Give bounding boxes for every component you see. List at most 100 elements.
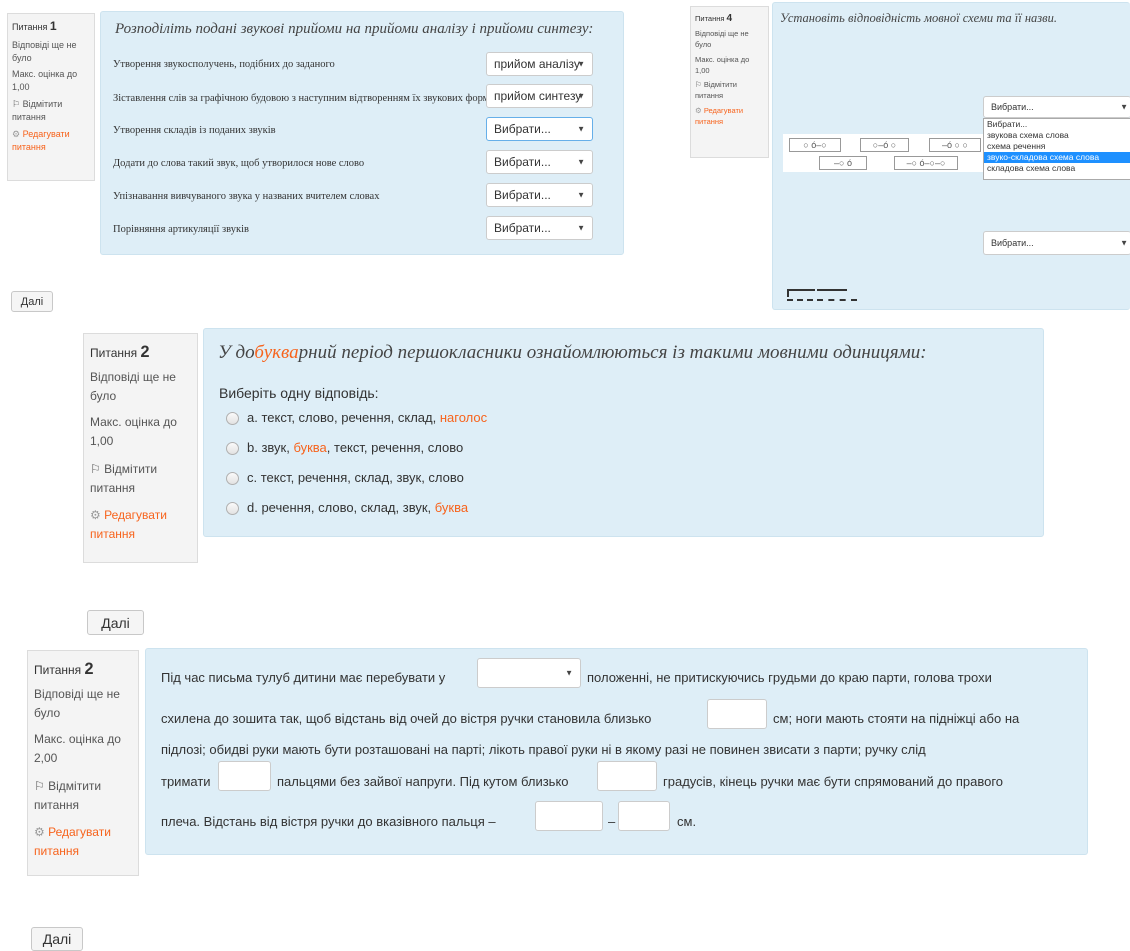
q2b-flag-link[interactable]: ⚐ Відмітити питання: [34, 777, 132, 815]
q4-number: Питання 4: [695, 13, 733, 24]
q1-max-grade: Макс. оцінка до 1,00: [12, 68, 78, 92]
q2b-next-button[interactable]: Далі: [31, 927, 83, 951]
q2b-input-fingers[interactable]: [218, 761, 271, 791]
scheme-box: –○ ó–○–○: [894, 156, 958, 170]
gear-icon: ⚙: [34, 825, 45, 840]
q2a-number: Питання 2: [90, 343, 150, 361]
q2b-select[interactable]: ▼: [477, 658, 581, 688]
q4-info-panel: Питання 4 Відповіді ще не було Макс. оці…: [690, 6, 769, 158]
q2b-content: Під час письма тулуб дитини має перебува…: [145, 648, 1088, 855]
q2a-instruction: Виберіть одну відповідь:: [219, 385, 379, 401]
q1-select[interactable]: прийом аналізу ▼: [486, 52, 593, 76]
q1-row-text: Порівняння артикуляції звуків: [113, 224, 249, 235]
scheme-box: –○ ó: [819, 156, 867, 170]
q1-number: Питання 1: [12, 19, 57, 33]
q2b-input-distance[interactable]: [707, 699, 767, 729]
q2a-prompt: У добукварний період першокласники ознай…: [218, 342, 927, 363]
gear-icon: ⚙: [695, 105, 702, 115]
gear-icon: ⚙: [12, 128, 21, 139]
q1-select[interactable]: Вибрати... ▼: [486, 150, 593, 174]
radio-button[interactable]: [226, 472, 239, 486]
q1-flag-link[interactable]: ⚐ Відмітити питання: [12, 98, 90, 124]
q2b-text-line: пальцями без зайвої напруги. Під кутом б…: [277, 774, 569, 789]
q4-status: Відповіді ще не було: [695, 29, 749, 50]
scheme-box: ○–ó ○: [860, 138, 909, 152]
flag-icon: ⚐: [12, 98, 21, 109]
q2b-text-line: см; ноги мають стояти на підніжці або на: [773, 711, 1020, 726]
q2b-text-line: тримати: [161, 774, 211, 789]
q2b-number: Питання 2: [34, 660, 94, 678]
q2b-text-line: підлозі; обидві руки мають бути розташов…: [161, 742, 926, 757]
scheme-box: –ó ○ ○: [929, 138, 981, 152]
q1-status: Відповіді ще не було: [12, 39, 77, 63]
q1-prompt: Розподіліть подані звукові прийоми на пр…: [115, 21, 594, 37]
q2b-status: Відповіді ще не було: [34, 686, 120, 721]
chevron-down-icon: ▼: [1120, 102, 1128, 112]
flag-icon: ⚐: [90, 461, 101, 476]
q4-content: Установіть відповідність мовної схеми та…: [772, 2, 1130, 310]
q2a-flag-link[interactable]: ⚐ Відмітити питання: [90, 460, 191, 498]
q2a-max-grade: Макс. оцінка до 1,00: [90, 415, 177, 449]
dropdown-option[interactable]: звукова схема слова: [984, 130, 1130, 141]
radio-button[interactable]: [226, 412, 239, 426]
q4-max-grade: Макс. оцінка до 1,00: [695, 54, 750, 75]
dropdown-option[interactable]: складова схема слова: [984, 163, 1130, 174]
q4-edit-link[interactable]: ⚙ Редагувати питання: [695, 105, 764, 128]
q2a-content: У добукварний період першокласники ознай…: [203, 328, 1044, 537]
q1-content: Розподіліть подані звукові прийоми на пр…: [100, 11, 624, 255]
q2b-input-max[interactable]: [618, 801, 670, 831]
q1-next-button[interactable]: Далі: [11, 291, 53, 312]
q2b-max-grade: Макс. оцінка до 2,00: [34, 732, 121, 766]
q1-edit-link[interactable]: ⚙ Редагувати питання: [12, 128, 90, 154]
q2b-text-line: положенні, не притискуючись грудьми до к…: [587, 670, 992, 685]
chevron-down-icon: ▼: [577, 190, 585, 200]
q2b-text-line: градусів, кінець ручки має бути спрямова…: [663, 774, 1004, 789]
q2b-input-min[interactable]: [535, 801, 603, 831]
q2a-option[interactable]: c. текст, речення, склад, звук, слово: [226, 470, 464, 486]
chevron-down-icon: ▼: [577, 91, 585, 101]
q2a-option[interactable]: d. речення, слово, склад, звук, буква: [226, 500, 468, 516]
q2a-info-panel: Питання 2 Відповіді ще не було Макс. оці…: [83, 333, 198, 563]
q4-select[interactable]: Вибрати... ▼: [983, 231, 1130, 255]
q1-row-text: Утворення звукосполучень, подібних до за…: [113, 59, 335, 70]
q2b-input-angle[interactable]: [597, 761, 657, 791]
chevron-down-icon: ▼: [1120, 238, 1128, 248]
chevron-down-icon: ▼: [577, 157, 585, 167]
q4-select-open[interactable]: Вибрати... ▼: [983, 96, 1130, 118]
dropdown-option[interactable]: схема речення: [984, 141, 1130, 152]
q2a-option[interactable]: a. текст, слово, речення, склад, наголос: [226, 410, 487, 426]
q2b-edit-link[interactable]: ⚙ Редагувати питання: [34, 823, 132, 861]
q1-row-text: Утворення складів із поданих звуків: [113, 125, 276, 136]
q2a-status: Відповіді ще не було: [90, 369, 176, 404]
q4-dropdown-list: Вибрати... звукова схема слова схема реч…: [983, 118, 1130, 180]
q1-row-text: Додати до слова такий звук, щоб утворило…: [113, 158, 365, 169]
q2a-edit-link[interactable]: ⚙ Редагувати питання: [90, 506, 191, 544]
q2b-dash: –: [608, 814, 616, 829]
radio-button[interactable]: [226, 442, 239, 456]
q1-info-panel: Питання 1 Відповіді ще не було Макс. оці…: [7, 13, 95, 181]
dropdown-option[interactable]: Вибрати...: [984, 119, 1130, 130]
chevron-down-icon: ▼: [577, 223, 585, 233]
flag-icon: ⚐: [34, 778, 45, 793]
q1-select[interactable]: Вибрати... ▼: [486, 183, 593, 207]
q2b-text-line: Під час письма тулуб дитини має перебува…: [161, 670, 446, 685]
q4-flag-link[interactable]: ⚐ Відмітити питання: [695, 79, 764, 102]
flag-icon: ⚐: [695, 80, 702, 90]
q1-select[interactable]: прийом синтезу ▼: [486, 84, 593, 108]
q2a-option[interactable]: b. звук, буква, текст, речення, слово: [226, 440, 463, 456]
scheme-box: ○ ó–○: [789, 138, 841, 152]
q1-row-text: Зіставлення слів за графічною будовою з …: [113, 93, 490, 104]
q4-prompt: Установіть відповідність мовної схеми та…: [780, 11, 1057, 25]
chevron-down-icon: ▼: [577, 124, 585, 134]
q1-select[interactable]: Вибрати... ▼: [486, 216, 593, 240]
q1-select[interactable]: Вибрати... ▼: [486, 117, 593, 141]
q1-row-text: Упізнавання вивчуваного звука у названих…: [113, 191, 380, 202]
radio-button[interactable]: [226, 502, 239, 516]
q2a-next-button[interactable]: Далі: [87, 610, 144, 635]
q4-scheme-graphic: [787, 287, 867, 307]
dropdown-option-selected[interactable]: звуко-складова схема слова: [984, 152, 1130, 163]
q4-scheme-strip: ○ ó–○ ○–ó ○ –ó ○ ○ –○ ó –○ ó–○–○: [783, 134, 985, 172]
chevron-down-icon: ▼: [565, 668, 573, 678]
q2b-text-line: схилена до зошита так, щоб відстань від …: [161, 711, 652, 726]
q2b-info-panel: Питання 2 Відповіді ще не було Макс. оці…: [27, 650, 139, 876]
